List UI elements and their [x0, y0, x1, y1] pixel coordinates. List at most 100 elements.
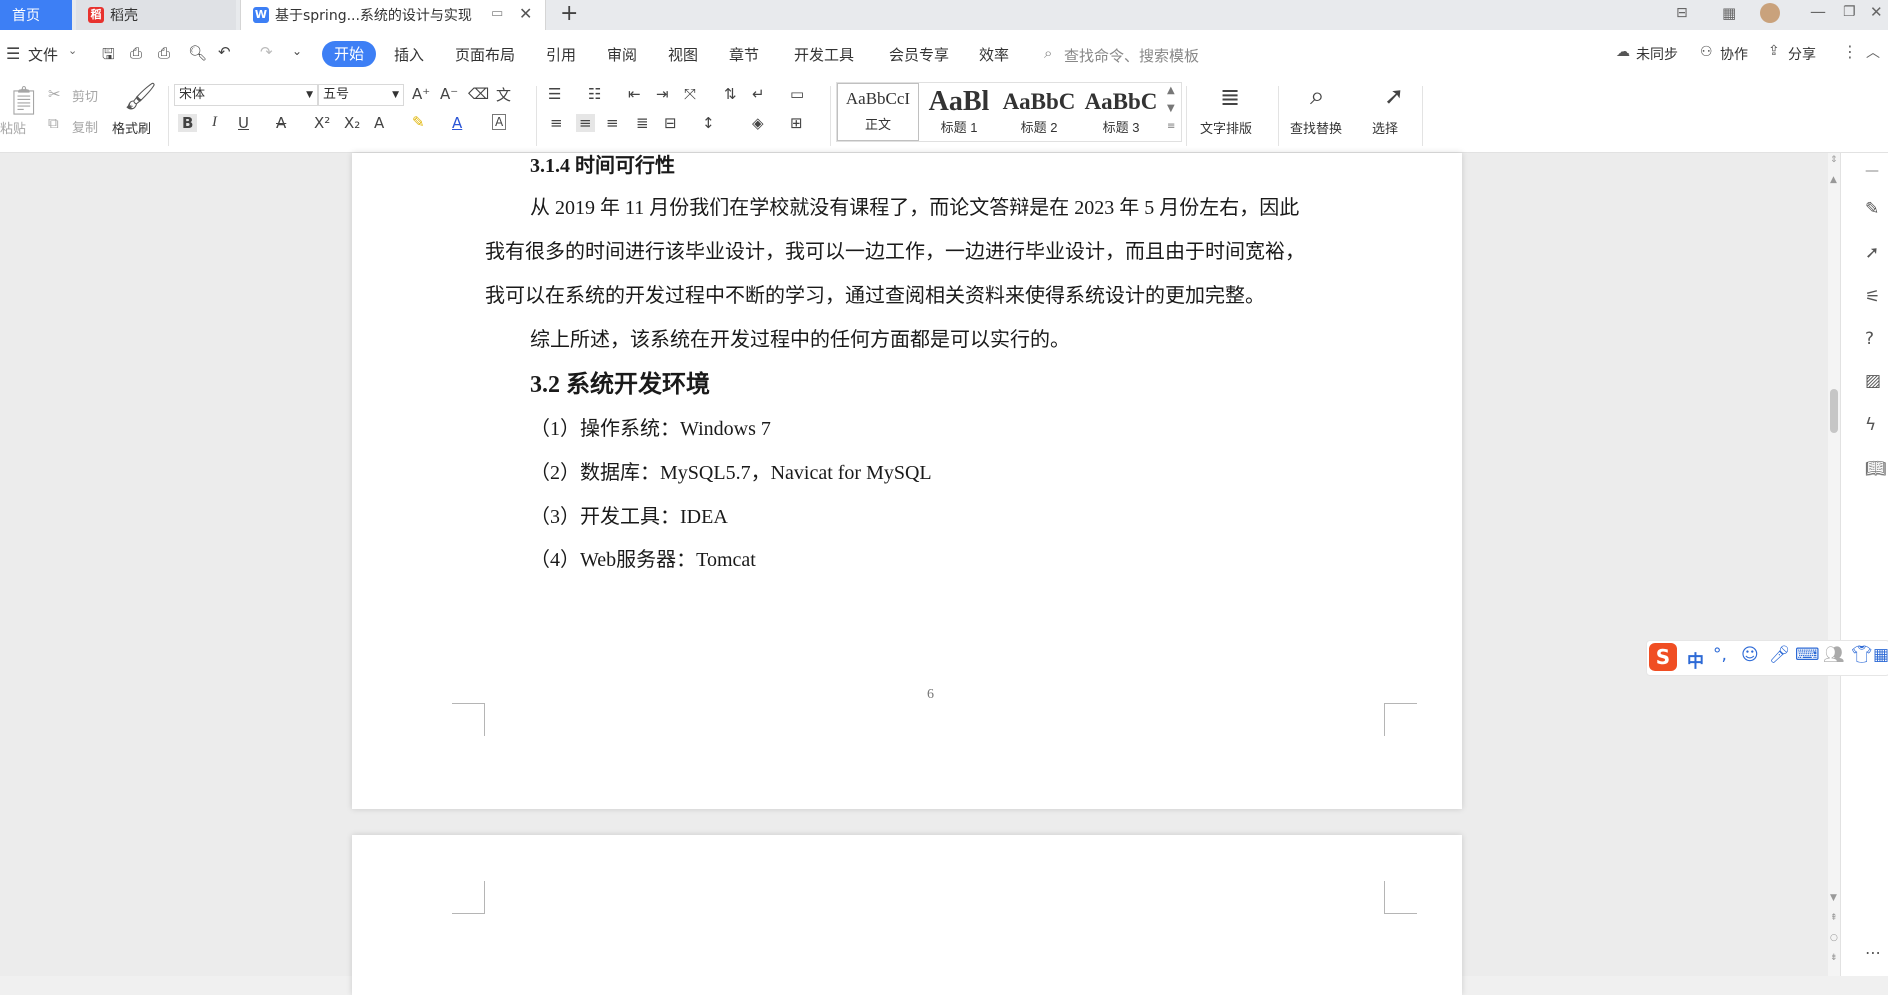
- tab-document[interactable]: W 基于spring...系统的设计与实现 ▭ ✕: [240, 0, 546, 30]
- menu-tab-insert[interactable]: 插入: [394, 44, 424, 65]
- chinese-layout-icon[interactable]: ⤧: [684, 85, 696, 103]
- unsynced-status[interactable]: 未同步: [1636, 44, 1678, 64]
- menu-tab-references[interactable]: 引用: [546, 44, 576, 65]
- font-size-select[interactable]: 五号 ▼: [318, 84, 404, 106]
- select-button[interactable]: 选择: [1372, 118, 1398, 137]
- copy-button[interactable]: 复制: [72, 117, 98, 136]
- format-painter-icon[interactable]: 🖌︎: [124, 82, 157, 112]
- command-search-input[interactable]: 查找命令、搜索模板: [1064, 45, 1199, 66]
- layout-icon[interactable]: ⊟: [1676, 5, 1688, 21]
- close-window-icon[interactable]: ✕: [1870, 3, 1883, 21]
- sort-icon[interactable]: ⇅: [724, 85, 737, 103]
- prev-page-icon[interactable]: ⇞: [1830, 913, 1838, 923]
- scroll-down-icon[interactable]: ▼: [1167, 103, 1175, 114]
- customize-icon[interactable]: ⌄: [292, 44, 302, 58]
- menu-tab-developer[interactable]: 开发工具: [794, 44, 854, 65]
- shrink-font-icon[interactable]: A⁻: [440, 85, 458, 103]
- show-marks-icon[interactable]: ↵: [752, 85, 765, 103]
- skin-icon[interactable]: 👕︎: [1851, 645, 1873, 665]
- numbered-list-icon[interactable]: ☷: [588, 85, 601, 103]
- ime-toolbar[interactable]: S 中 °, ☺ 🎤︎ ⌨ 👥︎ 👕︎ ▦: [1646, 640, 1888, 676]
- print-icon[interactable]: ⎙: [158, 44, 170, 62]
- cut-icon[interactable]: ✂: [48, 85, 61, 103]
- menu-tab-page-layout[interactable]: 页面布局: [455, 44, 515, 65]
- document-page[interactable]: 3.1.4 时间可行性 从 2019 年 11 月份我们在学校就没有课程了，而论…: [352, 153, 1462, 809]
- select-cursor-icon[interactable]: ➚: [1384, 82, 1404, 110]
- lightning-icon[interactable]: ϟ: [1865, 415, 1876, 435]
- avatar[interactable]: [1760, 3, 1780, 23]
- bullet-list-icon[interactable]: ☰: [548, 85, 561, 103]
- style-normal[interactable]: AaBbCcI 正文: [837, 83, 919, 141]
- emoji-icon[interactable]: ☺: [1741, 645, 1759, 665]
- file-menu[interactable]: 文件: [28, 44, 58, 65]
- redo-icon[interactable]: ↷: [260, 43, 273, 61]
- tab-home[interactable]: 首页: [0, 0, 72, 30]
- line-spacing-icon[interactable]: ↕: [702, 114, 715, 132]
- strikethrough-icon[interactable]: A: [276, 114, 286, 132]
- align-right-icon[interactable]: ≡: [606, 114, 619, 132]
- ime-language-toggle[interactable]: 中: [1687, 647, 1704, 672]
- vertical-scrollbar[interactable]: ⇕ ▲ ▼ ⇞ ○ ⇟: [1828, 153, 1840, 976]
- menu-tab-review[interactable]: 审阅: [607, 44, 637, 65]
- export-pdf-icon[interactable]: ⎙: [130, 44, 142, 62]
- bold-icon[interactable]: B: [178, 114, 198, 132]
- hamburger-icon[interactable]: ☰: [6, 44, 20, 63]
- tab-docer[interactable]: 稻 稻壳: [76, 0, 236, 30]
- shading-icon[interactable]: ◈: [752, 114, 764, 132]
- minimize-icon[interactable]: —: [1810, 2, 1826, 21]
- undo-icon[interactable]: ↶: [218, 43, 231, 61]
- user-icon[interactable]: 👥︎: [1823, 645, 1845, 665]
- paste-icon[interactable]: 📋︎: [6, 84, 42, 117]
- decrease-indent-icon[interactable]: ⇤: [628, 85, 641, 103]
- expand-styles-icon[interactable]: ≡: [1167, 121, 1175, 132]
- menu-tab-chapter[interactable]: 章节: [729, 44, 759, 65]
- scroll-down-icon[interactable]: ▼: [1830, 893, 1837, 903]
- style-heading-3[interactable]: AaBbC 标题 3: [1081, 87, 1161, 143]
- grow-font-icon[interactable]: A⁺: [412, 85, 430, 103]
- collaborate-button[interactable]: 协作: [1720, 44, 1748, 64]
- more-dots-icon[interactable]: ⋯: [1865, 943, 1881, 962]
- screen-icon[interactable]: ▭: [491, 6, 503, 21]
- save-icon[interactable]: 🖫: [102, 44, 115, 69]
- highlight-icon[interactable]: ✎: [412, 113, 425, 131]
- format-painter-button[interactable]: 格式刷: [112, 118, 151, 137]
- document-page[interactable]: [352, 835, 1462, 995]
- font-name-select[interactable]: 宋体 ▼: [174, 84, 318, 106]
- more-icon[interactable]: ⋮: [1842, 42, 1858, 61]
- phonetic-guide-icon[interactable]: 文: [496, 84, 511, 105]
- justify-icon[interactable]: ≣: [636, 114, 649, 132]
- adjust-icon[interactable]: ⚟: [1865, 287, 1880, 307]
- image-edit-icon[interactable]: ▨: [1865, 371, 1881, 391]
- borders-icon[interactable]: ⊞: [790, 114, 803, 132]
- collapse-ribbon-icon[interactable]: ︿: [1866, 42, 1880, 62]
- apps-grid-icon[interactable]: ▦: [1722, 4, 1736, 22]
- close-tab-icon[interactable]: ✕: [519, 4, 532, 23]
- increase-indent-icon[interactable]: ⇥: [656, 85, 669, 103]
- punctuation-icon[interactable]: °,: [1713, 645, 1727, 665]
- char-border-icon[interactable]: A: [492, 114, 507, 130]
- help-icon[interactable]: ?: [1865, 329, 1874, 349]
- split-icon[interactable]: ⇕: [1830, 155, 1838, 165]
- text-layout-button[interactable]: 文字排版: [1200, 118, 1252, 137]
- text-layout-icon[interactable]: ≣: [1220, 83, 1240, 111]
- cut-button[interactable]: 剪切: [72, 86, 98, 105]
- chevron-down-icon[interactable]: ⌄: [68, 44, 77, 57]
- share-button[interactable]: 分享: [1788, 44, 1816, 64]
- toolbox-icon[interactable]: ▦: [1873, 645, 1888, 665]
- keyboard-icon[interactable]: ⌨: [1795, 645, 1820, 665]
- align-left-icon[interactable]: ≡: [550, 114, 563, 132]
- scroll-up-icon[interactable]: ▲: [1830, 175, 1837, 185]
- copy-icon[interactable]: ⧉: [48, 114, 59, 132]
- font-color-icon[interactable]: A: [452, 114, 462, 132]
- scrollbar-thumb[interactable]: [1830, 389, 1838, 433]
- underline-icon[interactable]: U: [238, 114, 249, 132]
- sidebar-collapse-icon[interactable]: —: [1865, 163, 1879, 179]
- find-replace-button[interactable]: 查找替换: [1290, 118, 1342, 137]
- subscript-icon[interactable]: X₂: [344, 114, 360, 132]
- scroll-up-icon[interactable]: ▲: [1167, 85, 1175, 96]
- pen-icon[interactable]: ✎: [1865, 199, 1879, 219]
- find-replace-icon[interactable]: ⌕: [1310, 81, 1325, 112]
- ruler-icon[interactable]: ▭: [790, 85, 804, 103]
- align-center-icon[interactable]: ≡: [576, 114, 595, 132]
- menu-tab-efficiency[interactable]: 效率: [979, 44, 1009, 65]
